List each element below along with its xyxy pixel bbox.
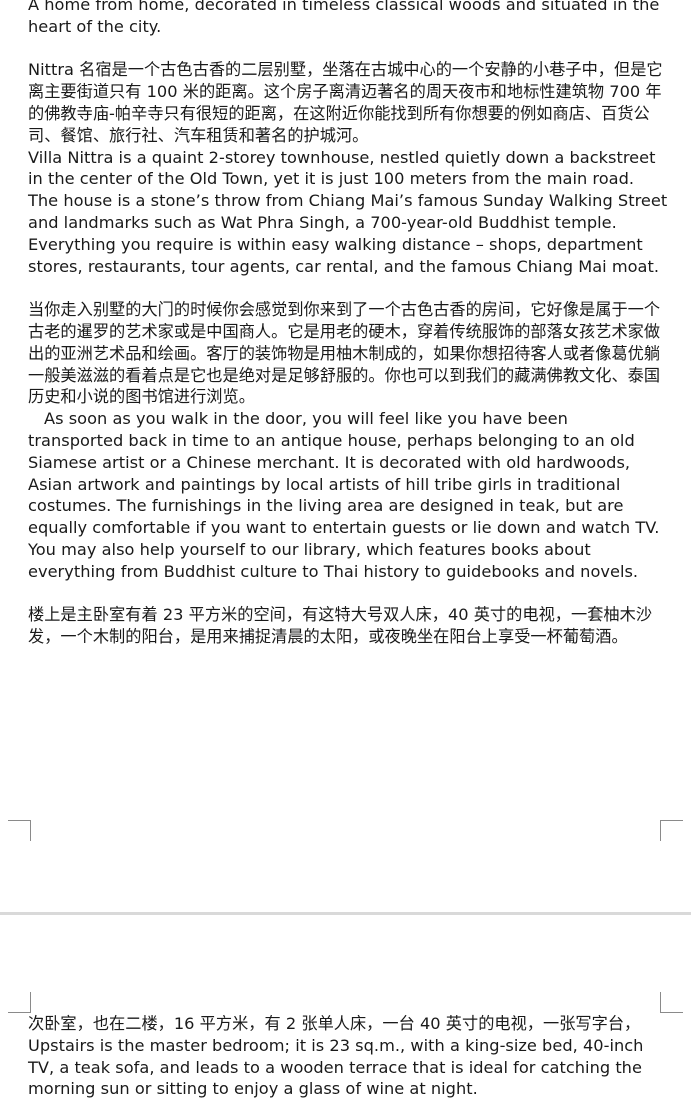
intro-paragraph: A home from home, decorated in timeless … bbox=[28, 0, 660, 36]
margin-crop-mark-bottom-right bbox=[660, 820, 683, 841]
document-page-2: 次卧室，也在二楼，16 平方米，有 2 张单人床，一台 40 英寸的电视，一张写… bbox=[0, 915, 691, 1120]
page-2-body: 次卧室，也在二楼，16 平方米，有 2 张单人床，一台 40 英寸的电视，一张写… bbox=[28, 1013, 668, 1100]
chinese-paragraph-location: Nittra 名宿是一个古色古香的二层别墅，坐落在古城中心的一个安静的小巷子中，… bbox=[28, 60, 663, 145]
margin-crop-mark-top-right bbox=[660, 992, 683, 1013]
chinese-paragraph-second-bedroom: 次卧室，也在二楼，16 平方米，有 2 张单人床，一台 40 英寸的电视，一张写… bbox=[28, 1014, 641, 1033]
margin-crop-mark-top-left bbox=[8, 992, 31, 1013]
english-paragraph-interior: As soon as you walk in the door, you wil… bbox=[28, 409, 660, 581]
english-paragraph-master-bedroom: Upstairs is the master bedroom; it is 23… bbox=[28, 1035, 644, 1099]
chinese-paragraph-master-bedroom: 楼上是主卧室有着 23 平方米的空间，有这特大号双人床，40 英寸的电视，一套柚… bbox=[28, 605, 653, 647]
chinese-paragraph-interior: 当你走入别墅的大门的时候你会感觉到你来到了一个古色古香的房间，它好像是属于一个古… bbox=[28, 300, 661, 407]
margin-crop-mark-bottom-left bbox=[8, 820, 31, 841]
document-page-1: A home from home, decorated in timeless … bbox=[0, 0, 691, 912]
page-1-body: A home from home, decorated in timeless … bbox=[28, 0, 668, 648]
english-paragraph-location: Villa Nittra is a quaint 2-storey townho… bbox=[28, 147, 668, 276]
